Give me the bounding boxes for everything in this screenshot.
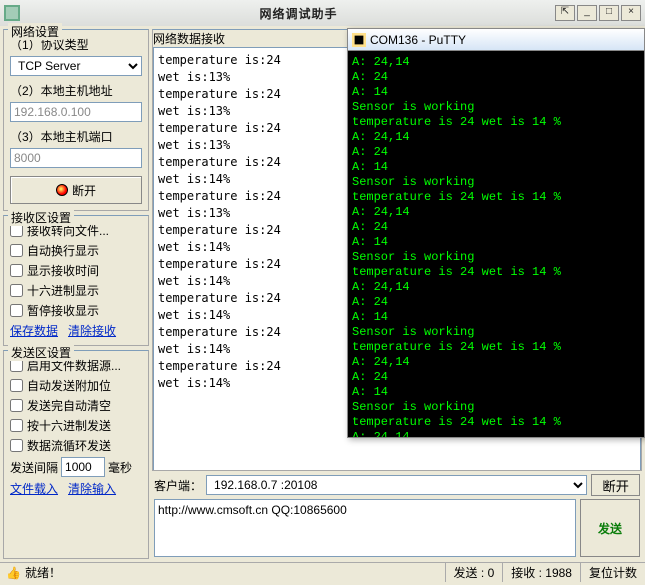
- network-legend: 网络设置: [8, 23, 62, 40]
- window-title: 网络调试助手: [42, 5, 555, 22]
- chk-hex-send-label: 按十六进制发送: [27, 417, 111, 434]
- rx-cell: 接收 : 1988: [502, 563, 580, 582]
- close-button[interactable]: ×: [621, 5, 641, 21]
- link-clear-input[interactable]: 清除输入: [68, 480, 116, 497]
- chk-append-label: 自动发送附加位: [27, 377, 111, 394]
- chk-hex-recv-label: 十六进制显示: [27, 282, 99, 299]
- reset-counter-button[interactable]: 复位计数: [580, 563, 645, 582]
- link-load-file[interactable]: 文件载入: [10, 480, 58, 497]
- recv-legend: 接收区设置: [8, 209, 74, 226]
- app-icon: [4, 5, 20, 21]
- chk-pause-label: 暂停接收显示: [27, 302, 99, 319]
- status-icon: 👍: [4, 566, 21, 580]
- port-label: （3）本地主机端口: [10, 128, 142, 145]
- link-save-data[interactable]: 保存数据: [10, 322, 58, 339]
- chk-pause[interactable]: [10, 304, 23, 317]
- status-bar: 👍 就绪！ 发送 : 0 接收 : 1988 复位计数: [0, 562, 645, 582]
- link-clear-recv[interactable]: 清除接收: [68, 322, 116, 339]
- minimize-button[interactable]: _: [577, 5, 597, 21]
- disconnect-label: 断开: [72, 182, 96, 199]
- putty-terminal[interactable]: A: 24,14 A: 24 A: 14 Sensor is working t…: [348, 51, 644, 437]
- putty-window[interactable]: COM136 - PuTTY A: 24,14 A: 24 A: 14 Sens…: [347, 28, 645, 438]
- send-button[interactable]: 发送: [580, 499, 640, 557]
- send-legend: 发送区设置: [8, 344, 74, 361]
- main-titlebar: 网络调试助手 ⇱ _ □ ×: [0, 0, 645, 26]
- chk-time[interactable]: [10, 264, 23, 277]
- tx-cell: 发送 : 0: [445, 563, 503, 582]
- recv-settings-group: 接收区设置 接收转向文件... 自动换行显示 显示接收时间 十六进制显示 暂停接…: [3, 215, 149, 346]
- putty-titlebar[interactable]: COM136 - PuTTY: [348, 29, 644, 51]
- host-label: （2）本地主机地址: [10, 82, 142, 99]
- putty-icon: [352, 33, 366, 47]
- chk-wrap[interactable]: [10, 244, 23, 257]
- chk-hex-send[interactable]: [10, 419, 23, 432]
- client-select[interactable]: 192.168.0.7 :20108: [206, 475, 587, 495]
- chk-wrap-label: 自动换行显示: [27, 242, 99, 259]
- interval-input[interactable]: [61, 457, 105, 477]
- interval-unit: 毫秒: [108, 459, 132, 476]
- status-ready: 就绪！: [21, 564, 445, 581]
- client-label: 客户端：: [154, 477, 202, 494]
- chk-loop[interactable]: [10, 439, 23, 452]
- chk-time-label: 显示接收时间: [27, 262, 99, 279]
- interval-label: 发送间隔: [10, 459, 58, 476]
- network-settings-group: 网络设置 （1）协议类型 TCP Server （2）本地主机地址 （3）本地主…: [3, 29, 149, 211]
- chk-hex-recv[interactable]: [10, 284, 23, 297]
- putty-title-text: COM136 - PuTTY: [370, 33, 640, 47]
- chk-append[interactable]: [10, 379, 23, 392]
- host-input[interactable]: [10, 102, 142, 122]
- send-textarea[interactable]: http://www.cmsoft.cn QQ:10865600: [154, 499, 576, 557]
- port-input[interactable]: [10, 148, 142, 168]
- chk-loop-label: 数据流循环发送: [27, 437, 111, 454]
- record-icon: [56, 184, 68, 196]
- pin-button[interactable]: ⇱: [555, 5, 575, 21]
- maximize-button[interactable]: □: [599, 5, 619, 21]
- client-disconnect-button[interactable]: 断开: [591, 474, 640, 496]
- chk-autoclear-label: 发送完自动清空: [27, 397, 111, 414]
- protocol-select[interactable]: TCP Server: [10, 56, 142, 76]
- chk-autoclear[interactable]: [10, 399, 23, 412]
- disconnect-button[interactable]: 断开: [10, 176, 142, 204]
- send-settings-group: 发送区设置 启用文件数据源... 自动发送附加位 发送完自动清空 按十六进制发送…: [3, 350, 149, 559]
